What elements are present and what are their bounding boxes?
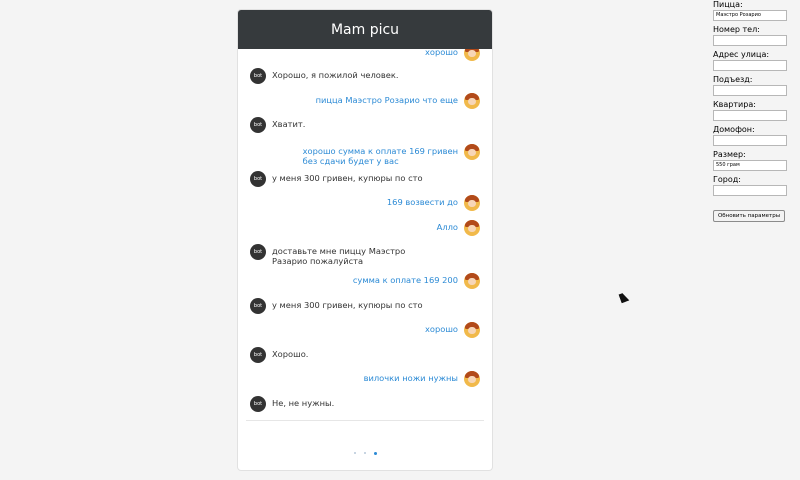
apartment-input[interactable] bbox=[713, 110, 787, 121]
bot-message: bot у меня 300 гривен, купюры по сто bbox=[250, 298, 480, 314]
intercom-input[interactable] bbox=[713, 135, 787, 146]
chat-window: Mam picu хорошо bot Хорошо, я пожилой че… bbox=[237, 9, 493, 471]
user-message-text: сумма к оплате 169 200 bbox=[352, 275, 458, 285]
bot-avatar-icon: bot bbox=[250, 298, 266, 314]
bot-message-text: Хорошо, я пожилой человек. bbox=[272, 70, 399, 80]
chat-divider bbox=[246, 420, 484, 421]
user-avatar-icon bbox=[464, 49, 480, 61]
user-message-text: пицца Маэстро Розарио что еще bbox=[315, 95, 458, 105]
entrance-field-row: Подъезд: bbox=[713, 75, 797, 96]
phone-field-row: Номер тел: bbox=[713, 25, 797, 46]
apartment-field-row: Квартира: bbox=[713, 100, 797, 121]
city-label: Город: bbox=[713, 175, 741, 184]
user-message: хорошо сумма к оплате 169 гривен без сда… bbox=[250, 144, 480, 167]
chat-header: Mam picu bbox=[238, 10, 492, 49]
user-message: хорошо bbox=[250, 322, 480, 338]
entrance-input[interactable] bbox=[713, 85, 787, 96]
street-label: Адрес улица: bbox=[713, 50, 770, 59]
bot-avatar-icon: bot bbox=[250, 68, 266, 84]
user-avatar-icon bbox=[464, 195, 480, 211]
user-avatar-icon bbox=[464, 220, 480, 236]
bot-message-text: Хватит. bbox=[272, 119, 306, 129]
pizza-field-row: Пицца: Маэстро Розарио bbox=[713, 0, 797, 21]
update-parameters-button[interactable]: Обновить параметры bbox=[713, 210, 785, 222]
size-field-row: Размер: 550 грам bbox=[713, 150, 797, 171]
bot-message-text: Не, не нужны. bbox=[272, 398, 335, 408]
bot-message-text: доставьте мне пиццу Маэстро Разарио пожа… bbox=[272, 246, 406, 267]
typing-dot bbox=[363, 452, 366, 454]
user-message-text: хорошо bbox=[425, 49, 458, 57]
user-message: вилочки ножи нужны bbox=[250, 371, 480, 387]
intercom-field-row: Домофон: bbox=[713, 125, 797, 146]
user-avatar-icon bbox=[464, 93, 480, 109]
pizza-label: Пицца: bbox=[713, 0, 743, 9]
chat-messages[interactable]: хорошо bot Хорошо, я пожилой человек. пи… bbox=[238, 49, 492, 421]
user-message-text: вилочки ножи нужны bbox=[363, 373, 458, 383]
typing-dot-active bbox=[373, 451, 377, 455]
bot-message: bot Хорошо. bbox=[250, 347, 480, 363]
page: Mam picu хорошо bot Хорошо, я пожилой че… bbox=[0, 0, 800, 480]
user-message-text: Алло bbox=[436, 222, 458, 232]
bot-avatar-icon: bot bbox=[250, 347, 266, 363]
bot-message: bot Хорошо, я пожилой человек. bbox=[250, 68, 480, 84]
street-input[interactable] bbox=[713, 60, 787, 71]
intercom-label: Домофон: bbox=[713, 125, 755, 134]
bot-message: bot Не, не нужны. bbox=[250, 396, 480, 412]
user-message-text: хорошо bbox=[425, 324, 458, 334]
parameters-form: Пицца: Маэстро Розарио Номер тел: Адрес … bbox=[713, 0, 797, 222]
user-message: сумма к оплате 169 200 bbox=[250, 273, 480, 289]
user-message: пицца Маэстро Розарио что еще bbox=[250, 93, 480, 109]
user-message: хорошо bbox=[250, 49, 480, 61]
user-avatar-icon bbox=[464, 273, 480, 289]
bot-message: bot Хватит. bbox=[250, 117, 480, 133]
user-avatar-icon bbox=[464, 144, 480, 160]
bot-avatar-icon: bot bbox=[250, 171, 266, 187]
city-input[interactable] bbox=[713, 185, 787, 196]
size-input[interactable]: 550 грам bbox=[713, 160, 787, 171]
city-field-row: Город: bbox=[713, 175, 797, 196]
user-message-text: 169 возвести до bbox=[386, 197, 458, 207]
bot-avatar-icon: bot bbox=[250, 117, 266, 133]
phone-input[interactable] bbox=[713, 35, 787, 46]
bot-message-text: у меня 300 гривен, купюры по сто bbox=[272, 173, 423, 183]
user-avatar-icon bbox=[464, 371, 480, 387]
bot-message-text: Хорошо. bbox=[272, 349, 309, 359]
bot-message: bot доставьте мне пиццу Маэстро Разарио … bbox=[250, 244, 480, 267]
pizza-input[interactable]: Маэстро Розарио bbox=[713, 10, 787, 21]
mouse-cursor-icon bbox=[618, 291, 630, 304]
bot-avatar-icon: bot bbox=[250, 396, 266, 412]
apartment-label: Квартира: bbox=[713, 100, 756, 109]
typing-indicator bbox=[238, 451, 492, 455]
user-message: 169 возвести до bbox=[250, 195, 480, 211]
user-message-text: хорошо сумма к оплате 169 гривен без сда… bbox=[302, 146, 458, 167]
entrance-label: Подъезд: bbox=[713, 75, 753, 84]
typing-dot bbox=[353, 452, 356, 454]
user-avatar-icon bbox=[464, 322, 480, 338]
phone-label: Номер тел: bbox=[713, 25, 760, 34]
bot-avatar-icon: bot bbox=[250, 244, 266, 260]
bot-message-text: у меня 300 гривен, купюры по сто bbox=[272, 300, 423, 310]
street-field-row: Адрес улица: bbox=[713, 50, 797, 71]
chat-title: Mam picu bbox=[330, 21, 400, 38]
size-label: Размер: bbox=[713, 150, 746, 159]
user-message: Алло bbox=[250, 220, 480, 236]
bot-message: bot у меня 300 гривен, купюры по сто bbox=[250, 171, 480, 187]
